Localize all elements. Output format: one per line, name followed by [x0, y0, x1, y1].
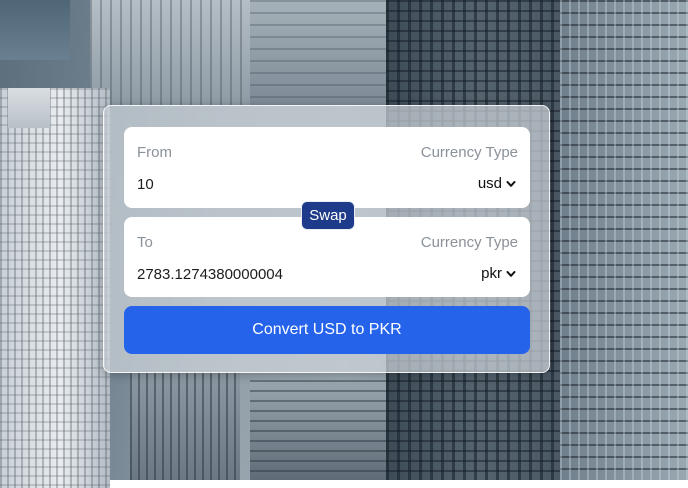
- to-currency-value: pkr: [481, 265, 502, 282]
- convert-button[interactable]: Convert USD to PKR: [124, 306, 530, 354]
- from-currency-select[interactable]: usd: [478, 175, 516, 192]
- to-currency-select[interactable]: pkr: [481, 265, 516, 282]
- background-building: [250, 380, 386, 480]
- background-building: [250, 0, 386, 105]
- to-currency-type-label: Currency Type: [420, 234, 518, 251]
- from-currency-type-label: Currency Type: [420, 144, 518, 161]
- from-currency-value: usd: [477, 175, 502, 192]
- from-section: From Currency Type 10 usd: [124, 127, 530, 208]
- from-label: From: [137, 144, 172, 161]
- background-building: [130, 372, 240, 480]
- background-tower: [560, 0, 688, 480]
- background-building: [0, 88, 110, 488]
- chevron-down-icon: [506, 270, 516, 277]
- to-label: To: [137, 234, 153, 251]
- chevron-down-icon: [506, 180, 516, 187]
- background-building: [8, 88, 50, 128]
- background-building: [90, 0, 250, 105]
- swap-button[interactable]: Swap: [301, 201, 355, 230]
- from-amount-input[interactable]: 10: [137, 176, 154, 193]
- currency-converter-panel: From Currency Type 10 usd To Currency Ty…: [103, 105, 550, 373]
- to-amount-field[interactable]: 2783.1274380000004: [137, 266, 283, 283]
- background-water: [0, 0, 70, 60]
